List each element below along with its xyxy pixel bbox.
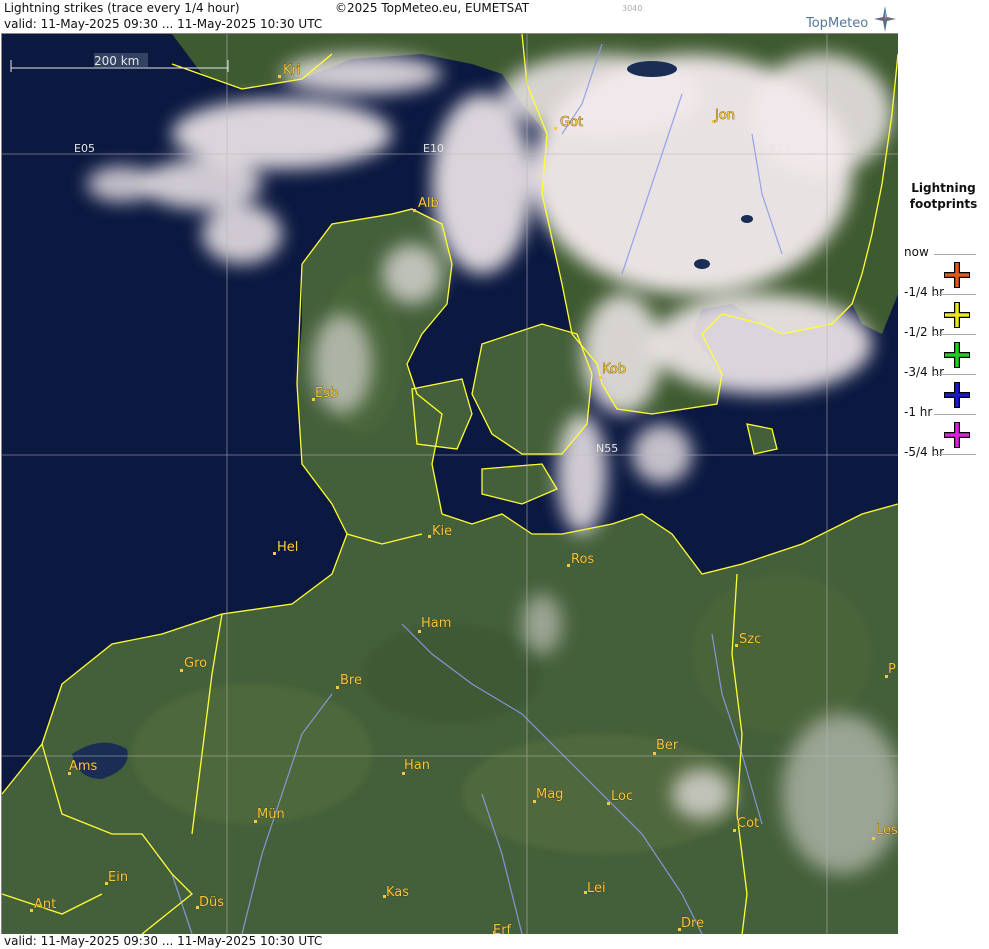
- valid-time-bottom: valid: 11-May-2025 09:30 ... 11-May-2025…: [4, 934, 323, 948]
- city-marker: Mün: [254, 807, 285, 823]
- product-code: 3040: [622, 4, 643, 13]
- svg-text:Düs: Düs: [199, 895, 224, 910]
- lightning-cross-icon: [944, 422, 970, 448]
- svg-text:Lei: Lei: [587, 881, 606, 896]
- svg-text:Hel: Hel: [277, 540, 298, 555]
- svg-text:Jon: Jon: [714, 108, 735, 123]
- city-marker: Loc: [607, 789, 633, 805]
- svg-text:Esb: Esb: [315, 386, 338, 401]
- svg-text:Kob: Kob: [602, 362, 626, 377]
- svg-text:Loc: Loc: [611, 789, 633, 804]
- svg-text:Szc: Szc: [739, 632, 761, 647]
- svg-text:Ros: Ros: [571, 552, 594, 567]
- valid-time-top: valid: 11-May-2025 09:30 ... 11-May-2025…: [4, 17, 323, 31]
- svg-text:Kas: Kas: [386, 885, 409, 900]
- svg-text:Dre: Dre: [681, 916, 704, 931]
- legend-title: Lightning footprints: [909, 181, 978, 211]
- city-marker: Han: [402, 758, 430, 775]
- legend-label-one-hour: -1 hr: [904, 405, 933, 419]
- legend-label-three-quarter: -3/4 hr: [904, 365, 944, 379]
- svg-text:Gro: Gro: [184, 656, 207, 671]
- parallel-label: N55: [596, 442, 618, 455]
- svg-text:Alb: Alb: [418, 196, 439, 211]
- svg-text:Ant: Ant: [34, 897, 56, 912]
- scale-label: 200 km: [94, 54, 139, 68]
- city-marker: Kas: [383, 885, 410, 900]
- map-footer: valid: 11-May-2025 09:30 ... 11-May-2025…: [0, 934, 898, 949]
- svg-text:Cot: Cot: [737, 816, 759, 831]
- satellite-map[interactable]: E05 E10 E15 N55 200 km Kri Got Jon Alb E…: [1, 33, 899, 936]
- city-marker: Lei: [584, 881, 606, 896]
- svg-text:Bre: Bre: [340, 673, 362, 688]
- city-marker: Ber: [653, 738, 679, 755]
- svg-text:Kri: Kri: [283, 63, 300, 78]
- legend-label-half: -1/2 hr: [904, 325, 944, 339]
- lightning-cross-icon: [944, 342, 970, 368]
- city-marker: Mag: [533, 787, 564, 803]
- meridian-label: E15: [770, 142, 791, 155]
- legend-label-now: now: [904, 245, 929, 259]
- svg-text:Kie: Kie: [432, 524, 452, 539]
- svg-text:Les: Les: [876, 823, 898, 838]
- city-marker: Ros: [567, 552, 595, 567]
- svg-text:Mag: Mag: [536, 787, 563, 802]
- svg-text:Got: Got: [560, 115, 583, 130]
- city-marker: Dre: [678, 916, 704, 931]
- city-marker: Ein: [105, 870, 128, 885]
- city-marker: Ant: [30, 897, 57, 912]
- city-marker: Jon: [712, 108, 735, 123]
- city-marker: Hel: [273, 540, 299, 555]
- city-marker: Gro: [180, 656, 207, 672]
- map-header: Lightning strikes (trace every 1/4 hour)…: [0, 0, 898, 33]
- lightning-cross-icon: [944, 262, 970, 288]
- map-title: Lightning strikes (trace every 1/4 hour): [4, 1, 240, 15]
- meridian-label: E05: [74, 142, 95, 155]
- city-marker: Cot: [733, 816, 759, 832]
- compass-star-icon: [874, 6, 896, 32]
- legend-label-five-quarter: -5/4 hr: [904, 445, 944, 459]
- svg-text:Ein: Ein: [108, 870, 128, 885]
- legend-label-quarter: -1/4 hr: [904, 285, 944, 299]
- svg-text:Ber: Ber: [656, 738, 679, 753]
- svg-text:Mün: Mün: [257, 807, 285, 822]
- city-marker: Kie: [428, 524, 452, 539]
- city-marker: Bre: [336, 673, 362, 689]
- city-marker: Kob: [599, 362, 626, 379]
- svg-text:P: P: [888, 662, 896, 677]
- lightning-legend: Lightning footprints now -1/4 hr -1/2 hr…: [898, 33, 989, 949]
- map-canvas: E05 E10 E15 N55 200 km Kri Got Jon Alb E…: [2, 34, 898, 935]
- city-marker: Szc: [735, 632, 762, 647]
- city-marker: Düs: [196, 895, 225, 910]
- lightning-cross-icon: [944, 302, 970, 328]
- lightning-cross-icon: [944, 382, 970, 408]
- city-marker: Les: [872, 823, 898, 840]
- city-marker: Ham: [418, 616, 452, 633]
- city-marker: Esb: [312, 386, 339, 401]
- svg-text:Han: Han: [404, 758, 430, 773]
- svg-text:Ams: Ams: [69, 759, 98, 774]
- logo-text: TopMeteo: [806, 16, 869, 31]
- topmeteo-logo[interactable]: TopMeteo: [806, 6, 896, 32]
- copyright: ©2025 TopMeteo.eu, EUMETSAT: [335, 1, 530, 15]
- meridian-label: E10: [423, 142, 444, 155]
- city-marker: Ams: [68, 759, 98, 775]
- svg-text:Ham: Ham: [421, 616, 451, 631]
